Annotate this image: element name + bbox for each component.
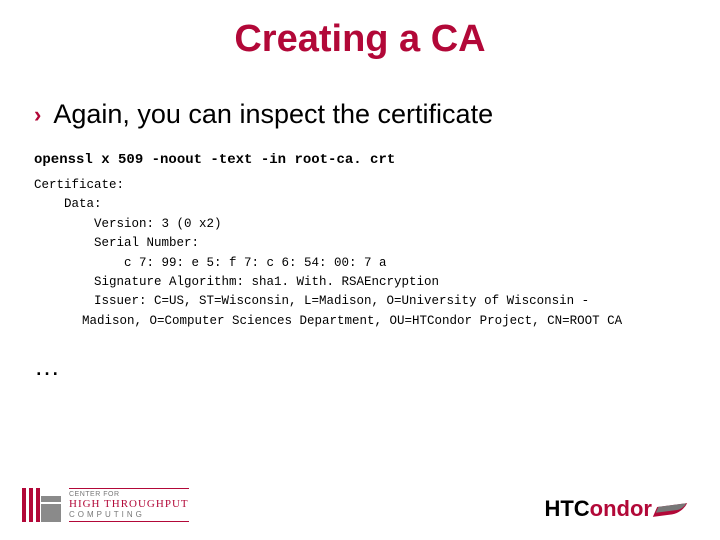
htcondor-logo: HTCondor [544,496,690,522]
cert-line: Signature Algorithm: sha1. With. RSAEncr… [34,273,686,292]
logo-line: CENTER FOR [69,491,189,498]
cert-line: Data: [34,195,686,214]
ht-mark-icon [22,488,61,522]
logo-line: HIGH THROUGHPUT [69,498,189,510]
htcondor-logo-text: HTCondor [544,496,652,522]
chevron-right-icon: › [34,104,41,126]
chtc-logo: CENTER FOR HIGH THROUGHPUT COMPUTING [22,488,189,522]
cert-line: Issuer: C=US, ST=Wisconsin, L=Madison, O… [34,292,686,311]
certificate-output: Certificate: Data: Version: 3 (0 x2) Ser… [34,176,686,331]
chtc-logo-text: CENTER FOR HIGH THROUGHPUT COMPUTING [69,488,189,522]
bullet-text: Again, you can inspect the certificate [53,99,493,130]
slide-title: Creating a CA [34,18,686,61]
cert-line: Madison, O=Computer Sciences Department,… [34,312,686,331]
ellipsis: … [34,351,686,382]
checkmark-icon [656,499,690,519]
cert-line: Serial Number: [34,234,686,253]
footer: CENTER FOR HIGH THROUGHPUT COMPUTING HTC… [0,488,720,522]
cert-line: Certificate: [34,176,686,195]
slide: Creating a CA › Again, you can inspect t… [0,0,720,540]
bullet-row: › Again, you can inspect the certificate [34,99,686,130]
cert-line: Version: 3 (0 x2) [34,215,686,234]
cert-line: c 7: 99: e 5: f 7: c 6: 54: 00: 7 a [34,254,686,273]
shell-command: openssl x 509 -noout -text -in root-ca. … [34,152,686,168]
logo-line: COMPUTING [69,510,189,519]
